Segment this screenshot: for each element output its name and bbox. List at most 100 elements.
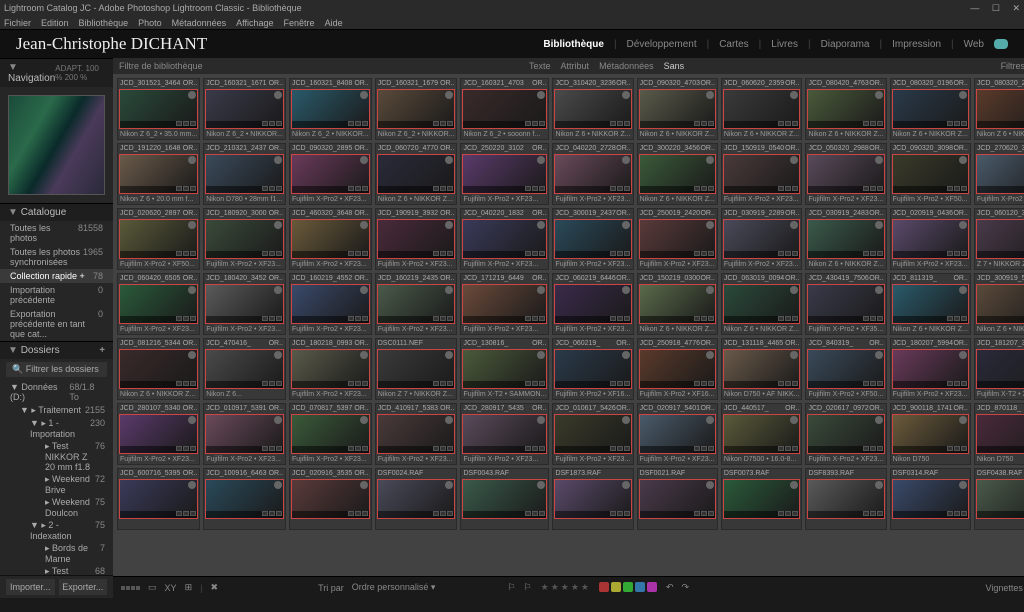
thumbnail-cell[interactable]: JCD_080320_0196OR..Nikon Z 6 • NIKKOR Z.… [890,78,971,140]
thumbnail-cell[interactable]: JCD_410917_5383OR..Fujifilm X-Pro2 • XF2… [375,403,458,465]
thumbnail-cell[interactable]: JCD_020919_0436OR..Fujifilm X-Pro2 • XF2… [890,208,971,270]
catalog-item[interactable]: Toutes les photos synchronisées1965 [0,245,113,269]
thumbnail-cell[interactable]: DSC0111.NEFNikon Z 7 • NIKKOR Z... [375,338,458,400]
survey-view-icon[interactable]: ⊞ [185,582,193,593]
thumbnail-cell[interactable]: DSF0024.RAF [375,468,458,530]
menu-fichier[interactable]: Fichier [4,18,31,28]
maximize-icon[interactable]: ☐ [992,3,1000,13]
thumbnail-cell[interactable]: JCD_181207_3189OR..Fujifilm X-T2 • XF35m… [974,338,1024,400]
thumbnail-cell[interactable]: JCD_160321_4703OR..Nikon Z 6_2 • sooonn … [460,78,549,140]
navigator-header[interactable]: ▼ Navigation ADAPT. 100 % 200 % [0,58,113,87]
thumbnail-cell[interactable]: JCD_030919_2483OR..Nikon Z 6 • NIKKOR Z.… [805,208,886,270]
thumbnail-cell[interactable]: JCD_100916_6463OR.. [203,468,286,530]
menu-affichage[interactable]: Affichage [236,18,273,28]
grid-view-icon[interactable] [121,586,140,590]
color-labels[interactable] [598,582,658,594]
filter-tab-attribut[interactable]: Attribut [561,61,590,71]
module-web[interactable]: Web [964,39,984,50]
thumbnail-cell[interactable]: JCD_270620_3245OR..Fujifilm X-Pro2 • XF5… [974,143,1024,205]
thumbnail-cell[interactable]: JCD_150919_0540OR..Fujifilm X-Pro2 • XF2… [721,143,803,205]
thumbnail-cell[interactable]: JCD_040220_2728OR..Fujifilm X-Pro2 • XF2… [552,143,633,205]
thumbnail-cell[interactable]: DSF1873.RAF [552,468,633,530]
zoom-levels[interactable]: ADAPT. 100 % 200 % [55,64,105,82]
thumbnail-cell[interactable]: DSF0021.RAF [637,468,718,530]
thumbnail-cell[interactable]: JCD_090320_4703OR..Nikon Z 6 • NIKKOR Z.… [637,78,718,140]
thumbnail-cell[interactable]: JCD_600716_5395OR.. [117,468,200,530]
cloud-sync-icon[interactable] [994,39,1008,49]
folder-item[interactable]: ▸ Bords de Marne7 [0,542,113,565]
catalog-item[interactable]: Toutes les photos81558 [0,221,113,245]
thumbnail-cell[interactable]: JCD_160219_4552OR..Fujifilm X-Pro2 • XF2… [289,273,372,335]
folder-item[interactable]: ▼ ▸ Traitement2155 [0,404,113,417]
thumbnail-cell[interactable]: JCD_300220_3456OR..Nikon Z 6 • NIKKOR Z.… [637,143,718,205]
menu-aide[interactable]: Aide [325,18,343,28]
thumbnail-cell[interactable]: JCD_090320_2895OR..Fujifilm X-Pro2 • XF2… [289,143,372,205]
drive-row[interactable]: ▼ Données (D:) 68/1.8 To [0,380,113,404]
close-icon[interactable]: ✕ [1012,3,1020,13]
thumbnail-cell[interactable]: JCD_301521_3464OR..Nikon Z 6_2 • 35.0 mm… [117,78,200,140]
thumbnail-cell[interactable]: JCD_470416_OR..Nikon Z 6... [203,338,286,400]
thumbnail-cell[interactable]: JCD_020916_3535OR.. [289,468,372,530]
thumbnail-cell[interactable]: JCD_020617_0972OR..Fujifilm X-Pro2 • XF2… [805,403,886,465]
module-diaporama[interactable]: Diaporama [821,39,870,50]
thumbnail-cell[interactable]: JCD_130816_OR..Fujifilm X-T2 • SAMMON... [460,338,549,400]
filter-tab-texte[interactable]: Texte [529,61,551,71]
thumbnail-cell[interactable]: JCD_280107_5340OR..Fujifilm X-Pro2 • XF2… [117,403,200,465]
thumbnail-cell[interactable]: JCD_171219_6449OR..Fujifilm X-Pro2 • XF2… [460,273,549,335]
folder-item[interactable]: ▼ ▸ 2 - Indexation75 [0,519,113,542]
rotate-left-icon[interactable]: ↶ [666,582,674,593]
folders-header[interactable]: ▼ Dossiers + [0,341,113,359]
flag-reject-icon[interactable]: ⚐ [524,582,532,593]
menu-fenêtre[interactable]: Fenêtre [284,18,315,28]
folder-item[interactable]: ▼ ▸ 1 - Importation230 [0,417,113,440]
thumbnail-cell[interactable]: DSF0043.RAF [460,468,549,530]
thumbnail-cell[interactable]: JCD_191220_1648OR..Nikon Z 6 • 20.0 mm f… [117,143,200,205]
thumbnail-cell[interactable]: JCD_050320_2988OR..Fujifilm X-Pro2 • XF2… [805,143,886,205]
thumbnail-cell[interactable]: JCD_063019_0094OR..Nikon Z 6 • NIKKOR Z.… [721,273,803,335]
thumbnail-cell[interactable]: JCD_310420_3236OR..Nikon Z 6 • NIKKOR Z.… [552,78,633,140]
thumbnail-cell[interactable]: JCD_160321_1679OR..Nikon Z 6_2 • NIKKOR.… [375,78,458,140]
catalog-item[interactable]: Importation précédente0 [0,283,113,307]
import-button[interactable]: Importer... [6,579,55,595]
thumbnail-cell[interactable]: JCD_180420_3452OR..Fujifilm X-Pro2 • XF2… [203,273,286,335]
thumbnail-cell[interactable]: JCD_870118_OR..Nikon D750 [974,403,1024,465]
thumbnail-cell[interactable]: JCD_180920_3000OR..Fujifilm X-Pro2 • XF2… [203,208,286,270]
thumbnail-cell[interactable]: JCD_131118_4465OR..Nikon D750 • AF NIKK.… [721,338,803,400]
thumbnail-cell[interactable]: JCD_430419_7506OR..Fujifilm X-Pro2 • XF3… [805,273,886,335]
thumbnail-cell[interactable]: JCD_250918_4776OR..Fujifilm X-Pro2 • XF1… [637,338,718,400]
catalog-item[interactable]: Exportation précédente en tant que cat..… [0,307,113,341]
folder-item[interactable]: ▸ Weekend Doulcon75 [0,496,113,519]
thumbnail-cell[interactable]: JCD_190919_3932OR..Fujifilm X-Pro2 • XF2… [375,208,458,270]
thumbnail-cell[interactable]: JCD_040220_1832OR..Fujifilm X-Pro2 • XF2… [460,208,549,270]
menu-métadonnées[interactable]: Métadonnées [172,18,227,28]
thumbnail-cell[interactable]: JCD_900118_1741OR..Nikon D750 [890,403,971,465]
navigator-image[interactable] [8,95,105,195]
folder-item[interactable]: ▸ Test NIKKOR Z 20 mm f1.876 [0,440,113,473]
thumbnail-cell[interactable]: JCD_210321_2437OR..Nikon D780 • 28mm f1.… [203,143,286,205]
painter-icon[interactable]: ✖ [210,582,218,593]
flag-pick-icon[interactable]: ⚐ [507,582,515,593]
thumbnail-cell[interactable]: JCD_020620_2897OR..Fujifilm X-Pro2 • XF5… [117,208,200,270]
filter-preset[interactable]: Filtres désa... [1001,61,1024,71]
thumbnail-cell[interactable]: DSF0073.RAF [721,468,803,530]
thumbnail-cell[interactable]: JCD_460320_3648OR..Fujifilm X-Pro2 • XF2… [289,208,372,270]
thumbnail-cell[interactable]: JCD_180207_5994OR..Fujifilm X-Pro2 • XF2… [890,338,971,400]
thumbnail-cell[interactable]: JCD_250220_3102OR..Fujifilm X-Pro2 • XF2… [460,143,549,205]
thumbnail-cell[interactable]: JCD_300919_5919OR..Nikon Z 6 • NIKKOR Z.… [974,273,1024,335]
thumbnail-cell[interactable]: JCD_020917_5401OR..Fujifilm X-Pro2 • XF2… [637,403,718,465]
folder-item[interactable]: ▸ Weekend Brive72 [0,473,113,496]
menu-edition[interactable]: Edition [41,18,69,28]
thumbnail-cell[interactable]: DSF0438.RAF [974,468,1024,530]
sort-dropdown[interactable]: Ordre personnalisé ▾ [352,582,436,593]
thumbnail-grid[interactable]: JCD_301521_3464OR..Nikon Z 6_2 • 35.0 mm… [113,74,1024,576]
thumbnail-cell[interactable]: JCD_081216_5344OR..Nikon Z 6 • NIKKOR Z.… [117,338,200,400]
thumbnail-cell[interactable]: JCD_150219_0300OR..Nikon Z 6 • NIKKOR Z.… [637,273,718,335]
module-bibliothèque[interactable]: Bibliothèque [543,39,604,50]
thumbnail-cell[interactable]: JCD_010617_5426OR..Fujifilm X-Pro2 • XF2… [552,403,633,465]
filter-tab-sans[interactable]: Sans [664,61,685,71]
thumbnail-cell[interactable]: JCD_160219_2435OR..Fujifilm X-Pro2 • XF2… [375,273,458,335]
thumbnail-cell[interactable]: DSF0314.RAF [890,468,971,530]
thumbnail-cell[interactable]: JCD_250019_2420OR..Fujifilm X-Pro2 • XF2… [637,208,718,270]
catalog-header[interactable]: ▼ Catalogue [0,203,113,221]
catalog-item[interactable]: Collection rapide +78 [0,269,113,283]
